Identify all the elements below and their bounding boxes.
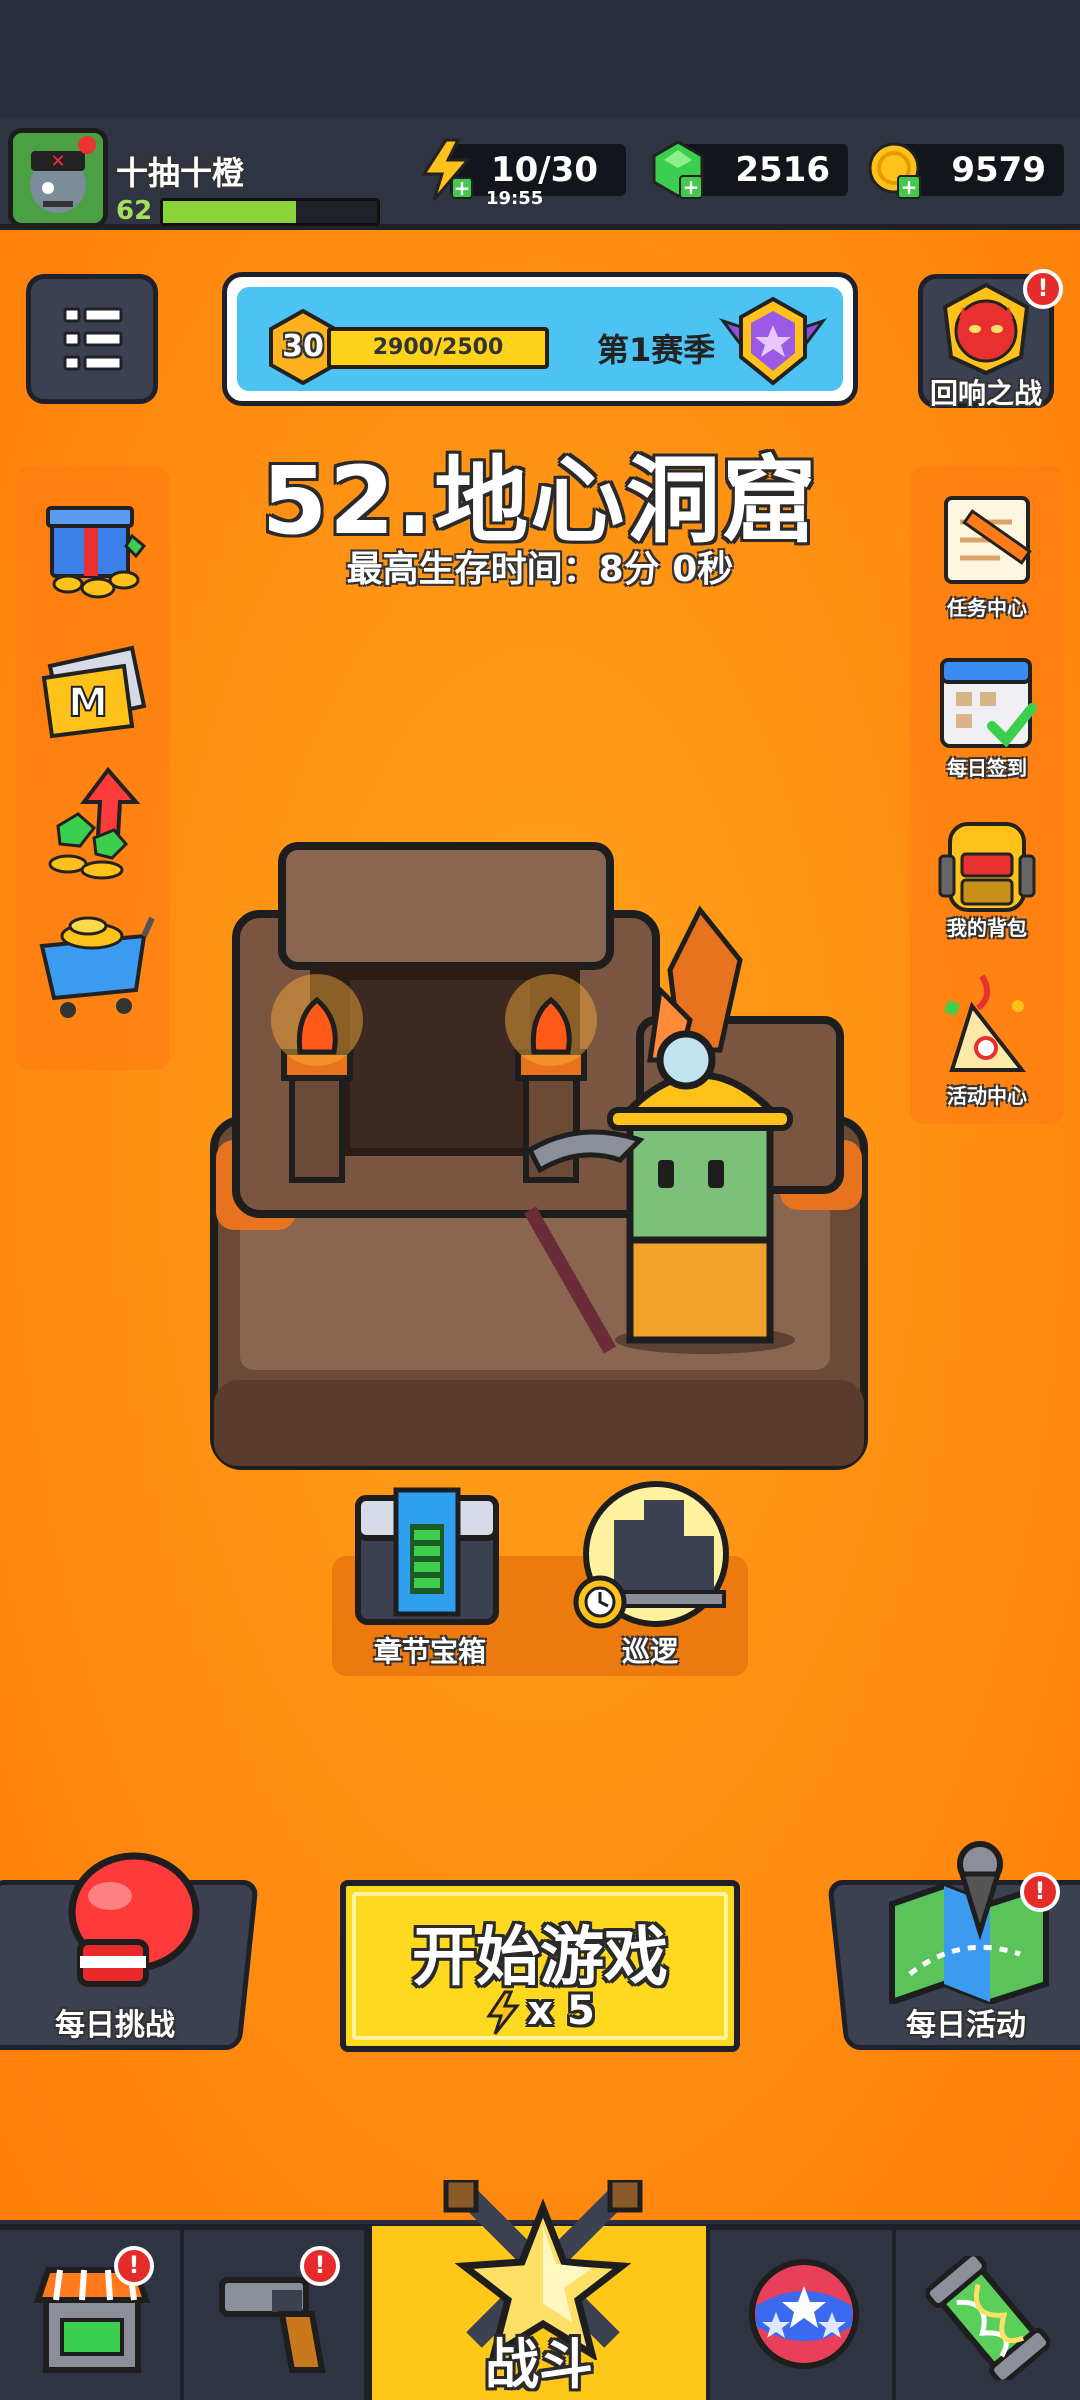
boxing-glove-icon [68,1852,200,1987]
player-name: 十抽十橙 [116,154,245,192]
echo-battle-label: 回响之战 [929,377,1042,410]
echo-battle-alert-badge: ! [1023,269,1063,309]
menu-button[interactable] [26,274,158,404]
nav-battle-label: 战斗 [485,2333,593,2396]
chapter-chest-label: 章节宝箱 [373,1635,486,1668]
weapons-alert-badge: ! [300,2246,340,2286]
season-xp-bar: 2900/2500 [327,327,549,369]
svg-text:+: + [454,176,471,200]
event-center-button[interactable]: 活动中心 [910,966,1064,1116]
nav-tab-talents[interactable] [710,2230,896,2400]
gem-counter[interactable]: + 2516 [652,140,848,199]
energy-timer: 19:55 [486,188,544,209]
daily-checkin-label: 每日签到 [947,756,1027,780]
daily-checkin-button[interactable]: 每日签到 [910,646,1064,786]
svg-text:✕: ✕ [50,151,65,172]
task-scroll-icon [944,496,1032,584]
treasure-map-icon [889,1841,1049,2004]
cave-stage-illustration[interactable] [200,820,880,1480]
gold-coin-plus-icon: + [868,142,921,199]
svg-text:M: M [68,680,108,726]
left-sidebar: M [16,466,170,1070]
list-menu-icon [63,307,123,371]
gem-value: 2516 [735,150,830,190]
system-status-bar [0,0,1080,118]
player-avatar[interactable]: ✕ [8,128,108,228]
svg-text:+: + [683,175,700,199]
task-center-label: 任务中心 [947,596,1027,620]
start-game-cost: x 5 [527,1988,595,2034]
task-center-button[interactable]: 任务中心 [910,486,1064,626]
backpack-label: 我的背包 [947,916,1027,940]
gem-plus-icon: + [652,140,704,199]
season-xp-text: 2900/2500 [372,335,504,360]
nav-tab-shop[interactable]: ! [0,2230,184,2400]
star-ball-icon [749,2259,859,2369]
monthly-card-icon[interactable]: M [28,626,158,746]
event-center-label: 活动中心 [947,1084,1027,1108]
zombie-pirate-avatar-icon: ✕ [13,133,103,223]
patrol-label: 巡逻 [621,1635,678,1668]
patrol-icon[interactable] [570,1480,730,1630]
daily-event-label: 每日活动 [906,2008,1026,2043]
player-level: 62 [116,196,153,226]
daily-event-alert-badge: ! [1020,1872,1060,1912]
svg-text:+: + [901,175,918,199]
backpack-icon [938,822,1036,912]
shop-cart-icon[interactable] [28,906,158,1026]
daily-challenge-label: 每日挑战 [55,2008,175,2043]
backpack-button[interactable]: 我的背包 [910,806,1064,946]
right-sidebar: 任务中心 每日签到 我的背包 活动中心 [910,466,1064,1124]
purple-star-shield-icon [718,296,828,386]
chapter-chest-icon[interactable] [352,1484,502,1632]
season-pass-panel[interactable]: 30 2900/2500 第1赛季 [222,272,858,406]
start-game-button[interactable]: 开始游戏 x 5 [340,1880,740,2052]
nav-tab-weapons[interactable]: ! [184,2230,368,2400]
nav-tab-evolution[interactable] [896,2230,1080,2400]
gold-value: 9579 [951,150,1046,190]
energy-value: 10/30 [490,150,598,190]
player-xp-bar [160,198,380,226]
player-xp-fill [163,201,296,223]
growth-gems-icon[interactable] [28,766,158,886]
calendar-check-icon [940,658,1037,748]
shop-alert-badge: ! [114,2246,154,2286]
dna-capsule-icon [926,2256,1050,2380]
lightning-plus-icon: + [421,138,473,201]
energy-cost-icon [486,1990,521,2035]
party-popper-icon [944,974,1027,1072]
gift-icon[interactable] [28,486,158,606]
season-name: 第1赛季 [597,331,716,369]
start-game-label: 开始游戏 [412,1921,668,1995]
gold-counter[interactable]: + 9579 [868,142,1064,199]
